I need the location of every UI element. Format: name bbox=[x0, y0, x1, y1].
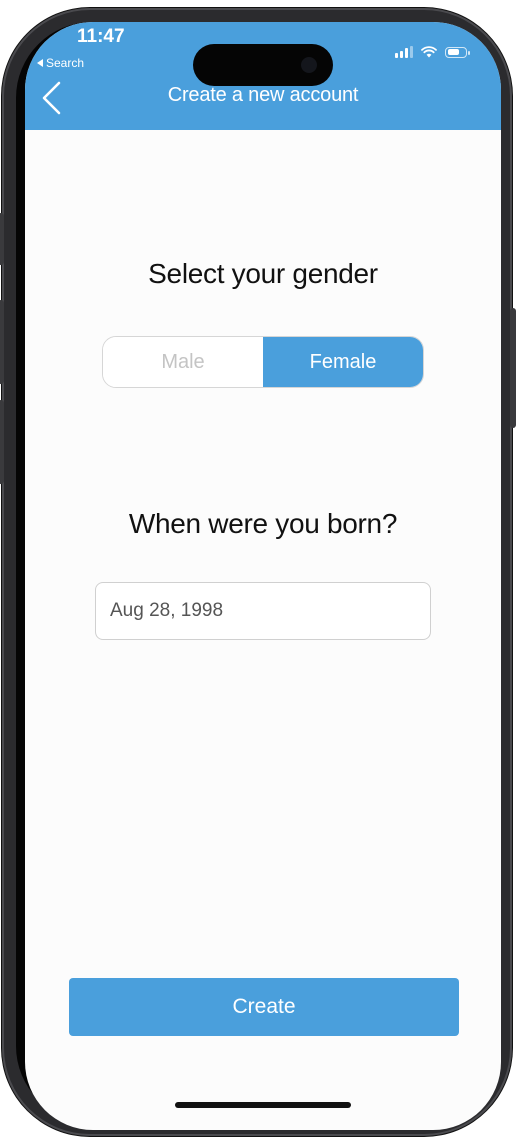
gender-segmented-control: Male Female bbox=[102, 336, 424, 388]
signal-icon bbox=[395, 46, 413, 58]
volume-down-button bbox=[0, 400, 4, 484]
back-triangle-icon bbox=[37, 59, 43, 67]
nav-header: 11:47 Search Create a new account bbox=[25, 22, 501, 130]
page-title: Create a new account bbox=[167, 84, 359, 106]
battery-level bbox=[447, 49, 459, 55]
wifi-icon bbox=[421, 46, 437, 58]
home-indicator[interactable] bbox=[175, 1102, 351, 1108]
gender-option-female[interactable]: Female bbox=[263, 337, 423, 387]
back-to-app-link[interactable]: Search bbox=[37, 56, 84, 70]
battery-icon bbox=[445, 46, 470, 58]
create-button[interactable]: Create bbox=[69, 978, 459, 1036]
birthdate-field[interactable]: Aug 28, 1998 bbox=[95, 582, 431, 640]
app-screen: 11:47 Search Create a new account Select… bbox=[25, 22, 501, 1130]
camera-icon bbox=[301, 57, 317, 73]
dynamic-island bbox=[193, 44, 333, 86]
canvas: 11:47 Search Create a new account Select… bbox=[0, 0, 518, 1140]
gender-option-male[interactable]: Male bbox=[103, 337, 263, 387]
volume-up-button bbox=[0, 300, 4, 384]
birthdate-heading: When were you born? bbox=[128, 508, 398, 539]
status-icons bbox=[395, 44, 470, 60]
power-button bbox=[510, 308, 516, 428]
gender-heading: Select your gender bbox=[148, 258, 378, 289]
back-to-app-label: Search bbox=[46, 56, 85, 70]
status-time: 11:47 bbox=[77, 26, 125, 47]
silent-switch bbox=[0, 213, 4, 265]
